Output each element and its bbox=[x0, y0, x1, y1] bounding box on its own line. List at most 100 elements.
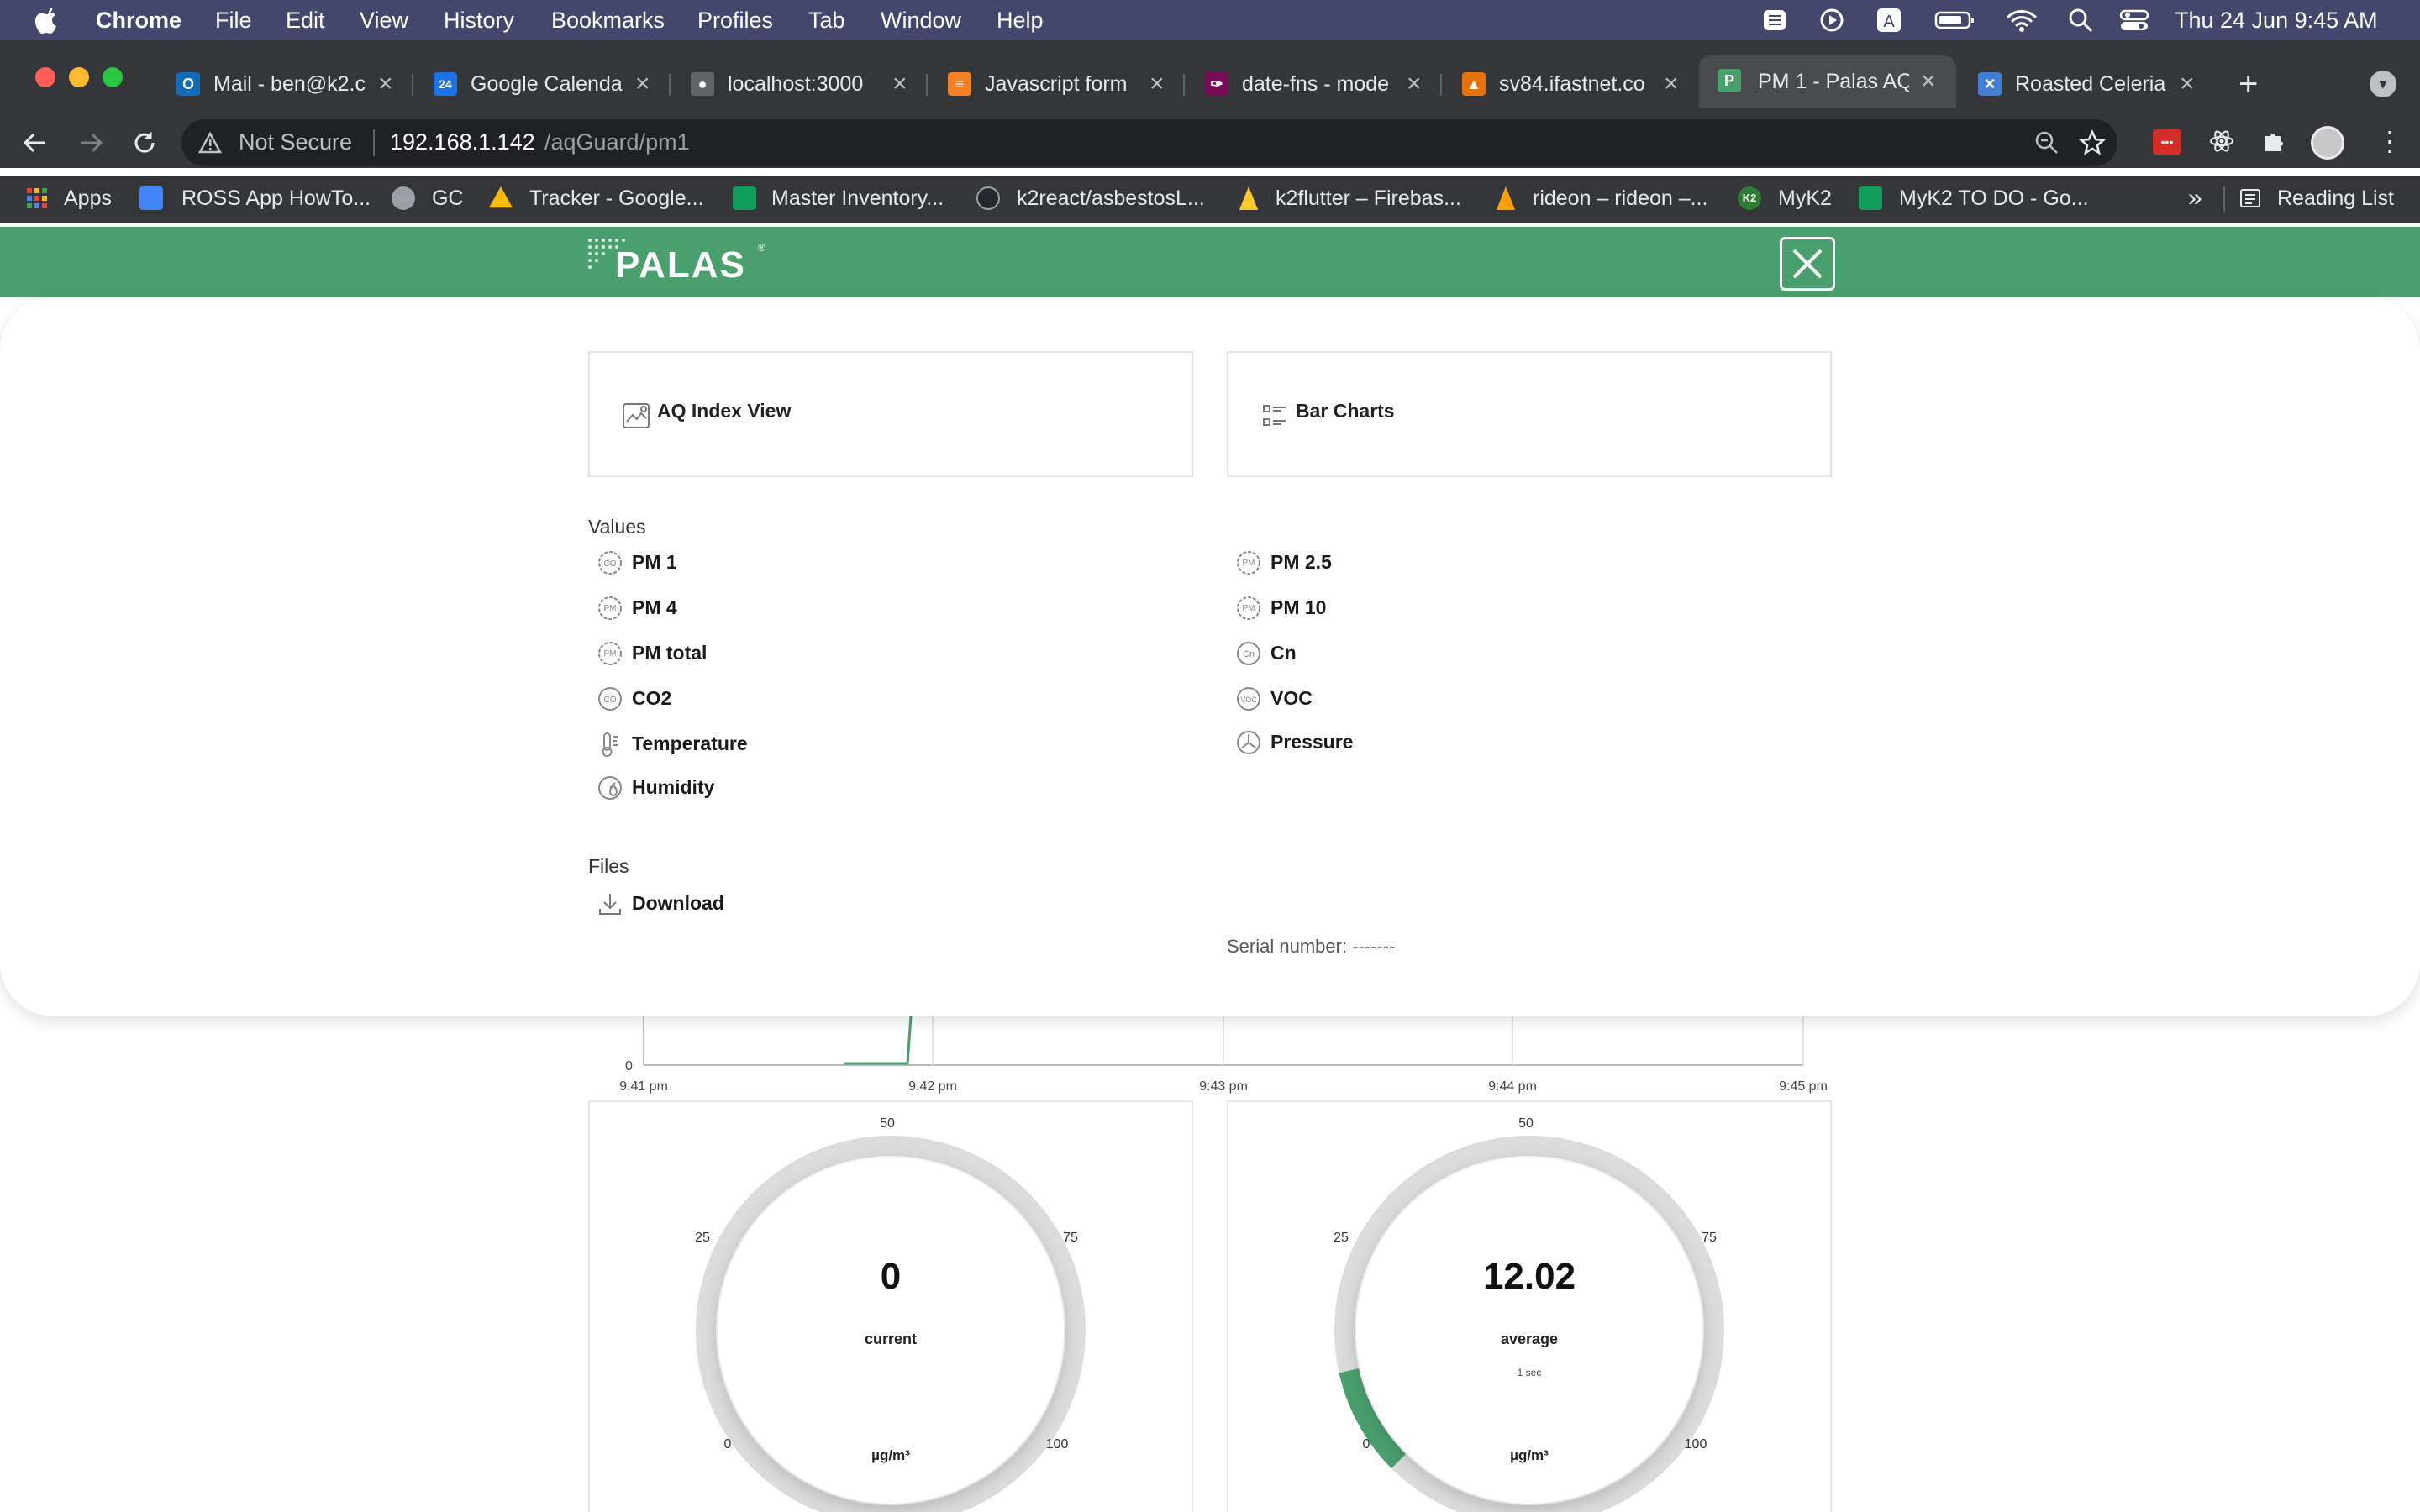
aq-index-view-card[interactable]: AQ Index View bbox=[588, 351, 1193, 477]
menubar-bookmarks[interactable]: Bookmarks bbox=[551, 7, 665, 34]
gauge-current: 50 25 75 0 100 0 current µg/m³ bbox=[695, 1116, 1086, 1512]
menubar-profiles[interactable]: Profiles bbox=[697, 7, 773, 34]
value-link-pm-total[interactable]: PM total bbox=[632, 640, 707, 665]
menubar-clock[interactable]: Thu 24 Jun 9:45 AM bbox=[2175, 7, 2378, 34]
menubar-file[interactable]: File bbox=[215, 7, 252, 34]
svg-text:Cn: Cn bbox=[1243, 649, 1255, 659]
bookmark-label: Apps bbox=[64, 186, 112, 210]
new-tab-plus-icon[interactable]: + bbox=[2238, 62, 2258, 106]
battery-icon[interactable] bbox=[1934, 7, 1975, 34]
wifi-icon[interactable] bbox=[2007, 7, 2037, 34]
gauge-tick-label: 0 bbox=[724, 1437, 732, 1452]
download-link[interactable]: Download bbox=[632, 890, 724, 916]
browser-tab[interactable]: ▲ sv84.ifastnet.co × bbox=[1462, 62, 1689, 106]
tab-title: Google Calenda bbox=[471, 72, 623, 96]
gauge-tick-label: 100 bbox=[1685, 1437, 1707, 1452]
gauge-average: 50 25 75 0 100 12.02 average 1 sec µg/m³ bbox=[1334, 1116, 1724, 1512]
bar-charts-card[interactable]: Bar Charts bbox=[1227, 351, 1832, 477]
window-minimize-button[interactable] bbox=[69, 67, 89, 87]
chart-y-tick-label: 0 bbox=[625, 1059, 633, 1074]
address-bar[interactable]: Not Secure 192.168.1.142 /aqGuard/pm1 bbox=[182, 119, 2118, 166]
reload-icon[interactable] bbox=[131, 129, 158, 156]
bookmark-label: Tracker - Google... bbox=[529, 186, 704, 210]
profile-avatar[interactable] bbox=[2311, 126, 2344, 160]
bookmark-star-icon[interactable] bbox=[2079, 129, 2106, 156]
value-link-pressure[interactable]: Pressure bbox=[1270, 729, 1353, 754]
chrome-menu-kebab-icon[interactable]: ⋮ bbox=[2376, 126, 2403, 156]
menubar-view[interactable]: View bbox=[360, 7, 408, 34]
tab-close-icon[interactable]: × bbox=[635, 62, 650, 106]
files-heading: Files bbox=[588, 855, 629, 877]
security-status[interactable]: Not Secure bbox=[239, 129, 352, 155]
svg-text:PM: PM bbox=[604, 649, 617, 659]
palas-logo[interactable]: PALAS ® bbox=[587, 235, 771, 286]
close-icon bbox=[1792, 249, 1823, 279]
value-link-voc[interactable]: VOC bbox=[1270, 685, 1313, 711]
tab-title: sv84.ifastnet.co bbox=[1499, 72, 1645, 96]
lastpass-extension-icon[interactable]: ••• bbox=[2153, 129, 2181, 155]
extensions-puzzle-icon[interactable] bbox=[2260, 128, 2287, 155]
react-devtools-icon[interactable] bbox=[2208, 128, 2235, 155]
tab-close-icon[interactable]: × bbox=[378, 62, 393, 106]
gauge-card-current: 50 25 75 0 100 0 current µg/m³ bbox=[588, 1100, 1193, 1512]
menubar-edit[interactable]: Edit bbox=[286, 7, 325, 34]
gauge-card-average: 50 25 75 0 100 12.02 average 1 sec µg/m³ bbox=[1227, 1100, 1832, 1512]
value-link-temperature[interactable]: Temperature bbox=[632, 731, 748, 756]
gauge-tick-label: 0 bbox=[1363, 1437, 1370, 1452]
chart-x-tick-label: 9:42 pm bbox=[908, 1079, 957, 1094]
tab-close-icon[interactable]: × bbox=[1664, 62, 1679, 106]
url-path[interactable]: /aqGuard/pm1 bbox=[544, 129, 690, 155]
warning-triangle-icon[interactable] bbox=[198, 131, 222, 155]
menubar-app-name[interactable]: Chrome bbox=[96, 7, 182, 34]
menubar-window[interactable]: Window bbox=[881, 7, 961, 34]
menubar-history[interactable]: History bbox=[444, 7, 514, 34]
spotlight-search-icon[interactable] bbox=[2067, 7, 2094, 34]
date-fns-icon: ✑ bbox=[1205, 72, 1228, 96]
menubar-help[interactable]: Help bbox=[997, 7, 1044, 34]
apple-logo-icon[interactable] bbox=[34, 5, 60, 35]
tab-close-icon[interactable]: × bbox=[1150, 62, 1165, 106]
keyboard-icon[interactable] bbox=[1761, 7, 1788, 34]
value-link-pm1[interactable]: PM 1 bbox=[632, 549, 677, 575]
gauge-value: 0 bbox=[881, 1256, 901, 1297]
macos-menubar: Chrome File Edit View History Bookmarks … bbox=[0, 0, 2420, 40]
tab-close-icon[interactable]: × bbox=[2180, 62, 2195, 106]
pm1-icon: CO bbox=[598, 551, 622, 575]
browser-tab[interactable]: ● localhost:3000 × bbox=[691, 62, 928, 106]
tab-close-icon[interactable]: × bbox=[892, 62, 908, 106]
browser-tab[interactable]: 24 Google Calenda × bbox=[434, 62, 671, 106]
browser-tab-active[interactable]: P PM 1 - Palas AQ × bbox=[1699, 55, 1956, 108]
browser-tab[interactable]: ≡ Javascript form × bbox=[948, 62, 1185, 106]
bookmark-label: MyK2 TO DO - Go... bbox=[1899, 186, 2089, 210]
gauge-tick-label: 25 bbox=[1334, 1231, 1349, 1245]
value-link-pm2-5[interactable]: PM 2.5 bbox=[1270, 549, 1332, 575]
gauge-unit: µg/m³ bbox=[1510, 1447, 1549, 1463]
tab-close-icon[interactable]: × bbox=[1921, 60, 1936, 103]
bookmarks-overflow-chevron[interactable]: » bbox=[2188, 180, 2202, 217]
forward-arrow-icon[interactable] bbox=[77, 129, 104, 156]
window-close-button[interactable] bbox=[35, 67, 55, 87]
play-icon[interactable] bbox=[1818, 7, 1845, 34]
close-menu-button[interactable] bbox=[1780, 237, 1835, 291]
menubar-tab[interactable]: Tab bbox=[808, 7, 845, 34]
svg-text:CO: CO bbox=[604, 559, 617, 569]
bookmark-label: k2react/asbestosL... bbox=[1017, 186, 1205, 210]
navigation-overlay bbox=[0, 297, 2420, 1016]
url-host[interactable]: 192.168.1.142 bbox=[390, 129, 535, 155]
value-link-pm10[interactable]: PM 10 bbox=[1270, 595, 1326, 620]
value-link-humidity[interactable]: Humidity bbox=[632, 774, 714, 800]
browser-tab[interactable]: ✑ date-fns - mode × bbox=[1205, 62, 1442, 106]
tab-search-chevron-icon[interactable]: ▾ bbox=[2370, 71, 2396, 97]
window-zoom-button[interactable] bbox=[103, 67, 123, 87]
browser-tab[interactable]: O Mail - ben@k2.c × bbox=[176, 62, 413, 106]
control-center-icon[interactable] bbox=[2119, 7, 2149, 34]
value-link-pm4[interactable]: PM 4 bbox=[632, 595, 677, 620]
input-source-icon[interactable]: A bbox=[1876, 7, 1902, 34]
back-arrow-icon[interactable] bbox=[22, 129, 49, 156]
tab-close-icon[interactable]: × bbox=[1407, 62, 1422, 106]
zoom-out-icon[interactable] bbox=[2033, 129, 2060, 156]
gauge-tick-label: 75 bbox=[1063, 1231, 1078, 1245]
value-link-cn[interactable]: Cn bbox=[1270, 640, 1297, 665]
value-link-co2[interactable]: CO2 bbox=[632, 685, 671, 711]
browser-tab[interactable]: ✕ Roasted Celeria × bbox=[1978, 62, 2205, 106]
